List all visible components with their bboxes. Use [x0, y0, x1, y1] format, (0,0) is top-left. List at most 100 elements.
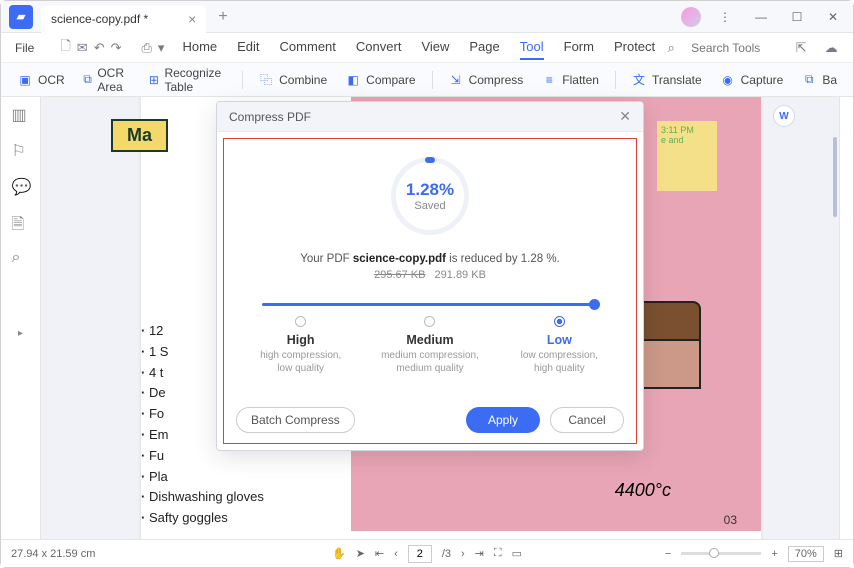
compression-slider[interactable]	[262, 303, 598, 306]
page-number: 03	[724, 513, 737, 527]
zoom-slider[interactable]	[681, 552, 761, 555]
more-icon[interactable]: ⋮	[713, 5, 737, 29]
left-rail: ▥ ⚐ 💬 🗎 ⌕ ▸	[1, 97, 41, 539]
radio-icon[interactable]	[554, 316, 565, 327]
chevron-down-icon[interactable]: ▾	[158, 38, 165, 58]
share-icon[interactable]: ⇱	[791, 38, 811, 58]
word-export-badge[interactable]: W	[773, 105, 795, 127]
tab-view[interactable]: View	[421, 35, 449, 60]
option-high[interactable]: High high compression,low quality	[241, 316, 361, 375]
list-item: Pla	[141, 467, 264, 488]
ocr-icon: ▣	[17, 72, 33, 88]
zoom-in-icon[interactable]: +	[771, 548, 777, 560]
page-nav: ✋ ➤ ⇤ ‹ /3 › ⇥ ⛶ ▭	[332, 545, 522, 563]
list-item: Safty goggles	[141, 508, 264, 529]
mail-icon[interactable]: ✉	[77, 38, 88, 58]
redo-icon[interactable]: ↷	[111, 38, 122, 58]
combine-icon: ⿻	[258, 72, 274, 88]
print-icon[interactable]: ⎙	[142, 38, 152, 58]
tab-protect[interactable]: Protect	[614, 35, 655, 60]
ocr-area-button[interactable]: ⧉OCR Area	[75, 62, 139, 98]
flatten-button[interactable]: ≡Flatten	[533, 68, 607, 92]
page-header: Ma	[111, 119, 168, 152]
saved-label: Saved	[414, 200, 445, 212]
statusbar: 27.94 x 21.59 cm ✋ ➤ ⇤ ‹ /3 › ⇥ ⛶ ▭ − + …	[1, 539, 853, 567]
batch-button[interactable]: ⧉Ba	[793, 68, 845, 92]
document-tab[interactable]: science-copy.pdf * ×	[41, 5, 206, 33]
batch-compress-button[interactable]: Batch Compress	[236, 407, 355, 433]
progress-ring: 1.28% Saved	[391, 157, 469, 235]
search-input[interactable]	[691, 41, 781, 55]
hand-tool-icon[interactable]: ✋	[332, 547, 346, 560]
bookmark-icon[interactable]: ⚐	[12, 141, 30, 159]
search-icon[interactable]: ⌕	[12, 249, 30, 267]
cloud-icon[interactable]: ☁	[821, 38, 841, 58]
fit-icon[interactable]: ⛶	[494, 547, 502, 560]
tab-title: science-copy.pdf *	[51, 12, 148, 26]
sticky-text: e and	[661, 135, 713, 145]
ocr-button[interactable]: ▣OCR	[9, 68, 73, 92]
right-rail	[839, 97, 853, 539]
page-dimensions: 27.94 x 21.59 cm	[11, 548, 95, 560]
fit-page-icon[interactable]: ⊞	[834, 547, 843, 560]
tab-tool[interactable]: Tool	[520, 35, 544, 60]
capture-button[interactable]: ◉Capture	[712, 68, 792, 92]
minimize-icon[interactable]: —	[749, 5, 773, 29]
menubar: File 🗋 ✉ ↶ ↷ ⎙ ▾ Home Edit Comment Conve…	[1, 33, 853, 63]
sticky-note: 3:11 PM e and	[657, 121, 717, 191]
scrollbar[interactable]	[833, 137, 837, 217]
option-low[interactable]: Low low compression,high quality	[499, 316, 619, 375]
zoom-thumb[interactable]	[709, 548, 719, 558]
option-medium[interactable]: Medium medium compression,medium quality	[370, 316, 490, 375]
slider-thumb[interactable]	[589, 299, 600, 310]
dialog-title: Compress PDF	[229, 110, 311, 124]
old-size: 295.67 KB	[374, 269, 425, 281]
new-tab-button[interactable]: +	[218, 8, 227, 26]
expand-rail-icon[interactable]: ▸	[18, 328, 23, 339]
app-icon: ▰	[9, 5, 33, 29]
combine-button[interactable]: ⿻Combine	[250, 68, 335, 92]
tab-page[interactable]: Page	[469, 35, 499, 60]
zoom-out-icon[interactable]: −	[665, 548, 671, 560]
radio-icon[interactable]	[295, 316, 306, 327]
maximize-icon[interactable]: ☐	[785, 5, 809, 29]
read-mode-icon[interactable]: ▭	[512, 547, 522, 560]
first-page-icon[interactable]: ⇤	[375, 547, 384, 560]
save-icon[interactable]: 🗋	[60, 38, 70, 58]
search-icon[interactable]: ⌕	[661, 38, 681, 58]
titlebar: ▰ science-copy.pdf * × + ⋮ — ☐ ✕	[1, 1, 853, 33]
comment-icon[interactable]: 💬	[12, 177, 30, 195]
tab-home[interactable]: Home	[182, 35, 217, 60]
batch-icon: ⧉	[801, 72, 817, 88]
thumbnails-icon[interactable]: ▥	[12, 105, 30, 123]
cancel-button[interactable]: Cancel	[550, 407, 624, 433]
close-icon[interactable]: ✕	[821, 5, 845, 29]
recognize-table-button[interactable]: ⊞Recognize Table	[140, 62, 234, 98]
table-icon: ⊞	[148, 72, 159, 88]
page-total: /3	[442, 548, 451, 560]
compare-button[interactable]: ◧Compare	[337, 68, 423, 92]
page-input[interactable]	[408, 545, 432, 563]
tab-form[interactable]: Form	[564, 35, 594, 60]
apply-button[interactable]: Apply	[466, 407, 540, 433]
attachment-icon[interactable]: 🗎	[12, 213, 30, 231]
compress-button[interactable]: ⇲Compress	[440, 68, 532, 92]
tab-comment[interactable]: Comment	[280, 35, 336, 60]
dialog-body: 1.28% Saved Your PDF science-copy.pdf is…	[223, 138, 637, 444]
file-menu[interactable]: File	[9, 41, 40, 55]
tab-edit[interactable]: Edit	[237, 35, 259, 60]
tab-convert[interactable]: Convert	[356, 35, 402, 60]
next-page-icon[interactable]: ›	[461, 548, 465, 560]
prev-page-icon[interactable]: ‹	[394, 548, 398, 560]
close-icon[interactable]: ✕	[619, 108, 631, 125]
toolbar: ▣OCR ⧉OCR Area ⊞Recognize Table ⿻Combine…	[1, 63, 853, 97]
select-tool-icon[interactable]: ➤	[356, 547, 365, 560]
translate-button[interactable]: 文Translate	[623, 68, 710, 92]
tab-close-icon[interactable]: ×	[188, 11, 196, 27]
last-page-icon[interactable]: ⇥	[475, 547, 484, 560]
percent-saved: 1.28%	[406, 180, 454, 200]
radio-icon[interactable]	[424, 316, 435, 327]
zoom-value[interactable]: 70%	[788, 546, 824, 562]
undo-icon[interactable]: ↶	[94, 38, 105, 58]
avatar[interactable]	[681, 7, 701, 27]
